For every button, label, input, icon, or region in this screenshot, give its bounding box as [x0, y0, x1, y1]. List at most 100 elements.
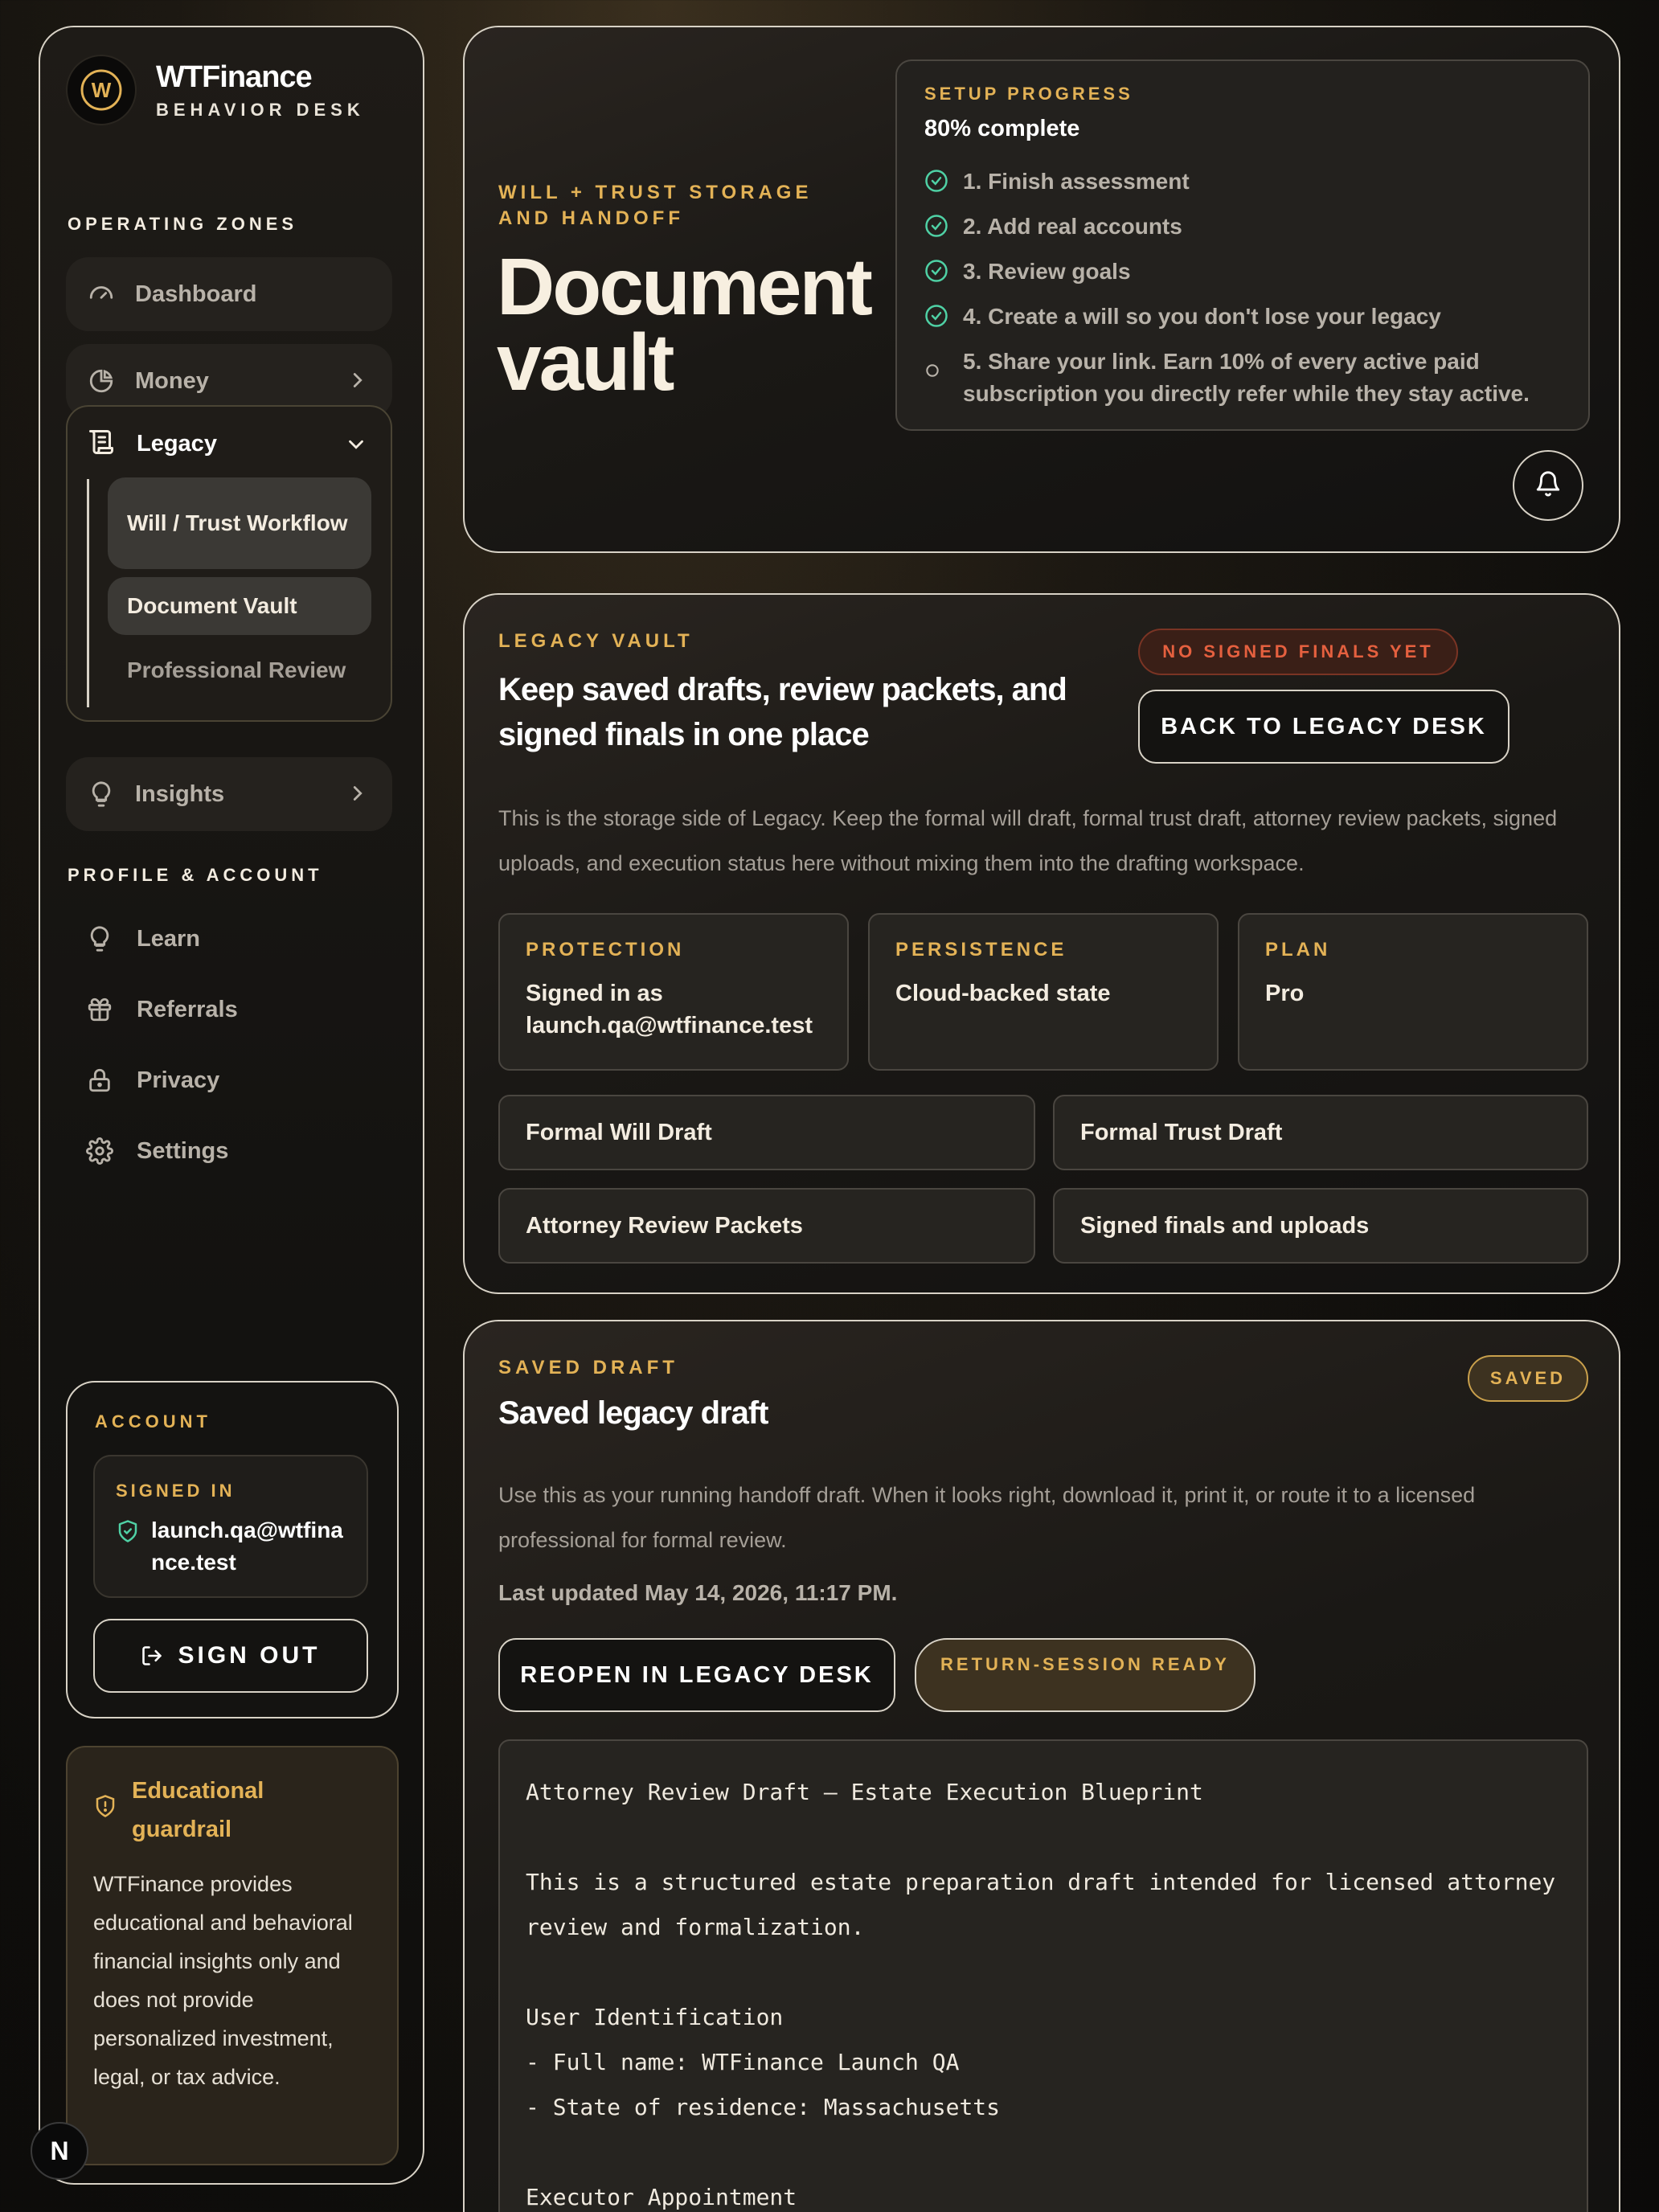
sidebar-item-insights[interactable]: Insights	[66, 757, 392, 831]
sidebar-item-legacy[interactable]: Legacy	[87, 428, 217, 460]
sidebar-item-label: Dashboard	[135, 281, 257, 307]
chevron-down-icon[interactable]	[344, 432, 368, 461]
sidebar-item-privacy[interactable]: Privacy	[84, 1064, 219, 1096]
info-card-label: PLAN	[1265, 939, 1331, 961]
formal-will-draft-button[interactable]: Formal Will Draft	[498, 1095, 1035, 1170]
shield-check-icon	[116, 1519, 140, 1547]
page-title-line1: Document	[497, 242, 873, 332]
sidebar-item-dashboard[interactable]: Dashboard	[66, 257, 392, 331]
gear-icon	[84, 1135, 116, 1167]
sidebar-subitem-professional-review[interactable]: Professional Review	[108, 641, 371, 699]
attorney-review-packets-button[interactable]: Attorney Review Packets	[498, 1188, 1035, 1264]
draft-eyebrow: SAVED DRAFT	[498, 1357, 678, 1378]
check-circle-icon	[924, 166, 950, 202]
setup-step-text: 5. Share your link. Earn 10% of every ac…	[963, 349, 1530, 406]
brand-logo: W	[66, 55, 137, 125]
info-card-protection: PROTECTION Signed in as launch.qa@wtfina…	[498, 913, 849, 1071]
setup-step-text: 2. Add real accounts	[963, 214, 1182, 239]
last-updated: Last updated May 14, 2026, 11:17 PM.	[498, 1580, 898, 1605]
setup-step[interactable]: 3. Review goals	[924, 256, 1131, 292]
setup-progress-percent: 80% complete	[924, 116, 1080, 141]
sidebar-item-label: Privacy	[137, 1067, 220, 1093]
account-card: ACCOUNT SIGNED IN launch.qa@wtfinance.te…	[66, 1381, 399, 1718]
empty-circle-icon	[924, 346, 950, 410]
chevron-right-icon	[346, 368, 370, 399]
vault-title: Keep saved drafts, review packets, and s…	[498, 672, 1067, 752]
sidebar-item-label: Learn	[137, 925, 200, 952]
sidebar-item-settings[interactable]: Settings	[84, 1135, 228, 1167]
reopen-legacy-desk-button[interactable]: REOPEN IN LEGACY DESK	[498, 1638, 895, 1712]
formal-trust-draft-button[interactable]: Formal Trust Draft	[1053, 1095, 1588, 1170]
shield-alert-icon	[93, 1794, 117, 1822]
sidebar-item-label: Settings	[137, 1137, 229, 1164]
guardrail-text: WTFinance provides educational and behav…	[93, 1872, 353, 2089]
sidebar-item-referrals[interactable]: Referrals	[84, 993, 238, 1026]
setup-step[interactable]: 4. Create a will so you don't lose your …	[924, 301, 1441, 337]
back-to-legacy-desk-button[interactable]: BACK TO LEGACY DESK	[1138, 690, 1509, 764]
operating-zones-label: OPERATING ZONES	[68, 214, 298, 234]
setup-progress-label: SETUP PROGRESS	[924, 84, 1133, 104]
info-card-persistence: PERSISTENCE Cloud-backed state	[868, 913, 1219, 1071]
brand-subtitle: BEHAVIOR DESK	[156, 99, 365, 120]
setup-step-text: 4. Create a will so you don't lose your …	[963, 304, 1441, 329]
logo-letter: W	[92, 78, 112, 102]
vault-eyebrow: LEGACY VAULT	[498, 630, 694, 652]
signed-finals-uploads-button[interactable]: Signed finals and uploads	[1053, 1188, 1588, 1264]
page-title: Document vault	[497, 242, 873, 408]
setup-step[interactable]: 2. Add real accounts	[924, 211, 1182, 247]
sidebar-subitem-document-vault[interactable]: Document Vault	[108, 577, 371, 635]
signed-in-box: SIGNED IN launch.qa@wtfinance.test	[93, 1455, 368, 1598]
lightbulb-icon	[85, 778, 117, 810]
setup-step-text: 3. Review goals	[963, 259, 1131, 284]
educational-guardrail-card: Educational guardrail WTFinance provides…	[66, 1746, 399, 2165]
vault-description: This is the storage side of Legacy. Keep…	[498, 806, 1558, 875]
sidebar-subitem-will-trust-workflow[interactable]: Will / Trust Workflow	[108, 477, 371, 569]
gauge-icon	[85, 278, 117, 310]
scroll-icon	[87, 428, 119, 460]
draft-description: Use this as your running handoff draft. …	[498, 1483, 1476, 1552]
profile-account-label: PROFILE & ACCOUNT	[68, 865, 323, 885]
sidebar-group-legacy: Legacy Will / Trust Workflow Document Va…	[66, 405, 392, 722]
page-title-line2: vault	[497, 317, 674, 408]
brand[interactable]: W WTFinance BEHAVIOR DESK	[66, 55, 365, 125]
setup-step-text: 1. Finish assessment	[963, 169, 1190, 194]
legacy-vault-panel: LEGACY VAULT Keep saved drafts, review p…	[463, 593, 1620, 1294]
sidebar: W WTFinance BEHAVIOR DESK OPERATING ZONE…	[39, 26, 424, 2185]
sign-out-button[interactable]: SIGN OUT	[93, 1619, 368, 1693]
lock-icon	[84, 1064, 116, 1096]
sidebar-item-label: Insights	[135, 780, 225, 807]
next-dev-badge[interactable]: N	[31, 2122, 88, 2180]
sidebar-item-learn[interactable]: Learn	[84, 923, 200, 955]
info-card-plan: PLAN Pro	[1238, 913, 1588, 1071]
draft-content[interactable]: Attorney Review Draft — Estate Execution…	[498, 1739, 1588, 2212]
hero-eyebrow: WILL + TRUST STORAGE AND HANDOFF	[498, 182, 813, 229]
pie-chart-icon	[85, 365, 117, 397]
bell-icon	[1534, 470, 1562, 502]
sidebar-item-label: Legacy	[137, 430, 217, 457]
saved-draft-panel: SAVED DRAFT Saved legacy draft SAVED Use…	[463, 1320, 1620, 2212]
draft-title: Saved legacy draft	[498, 1395, 768, 1431]
notifications-button[interactable]	[1513, 450, 1583, 521]
check-circle-icon	[924, 256, 950, 292]
guardrail-title: Educational guardrail	[132, 1778, 264, 1842]
gift-icon	[84, 993, 116, 1026]
tree-line	[87, 479, 89, 707]
sidebar-item-label: Referrals	[137, 996, 238, 1022]
chevron-right-icon	[346, 781, 370, 812]
sidebar-item-label: Money	[135, 367, 209, 394]
hero-panel: WILL + TRUST STORAGE AND HANDOFF Documen…	[463, 26, 1620, 553]
logout-icon	[141, 1645, 163, 1667]
lightbulb-icon	[84, 923, 116, 955]
info-card-label: PERSISTENCE	[895, 939, 1067, 961]
logo-icon: W	[80, 69, 122, 111]
signed-in-label: SIGNED IN	[116, 1481, 236, 1501]
info-card-value: Signed in as launch.qa@wtfinance.test	[526, 981, 813, 1038]
account-label: ACCOUNT	[95, 1411, 211, 1432]
info-card-value: Cloud-backed state	[895, 981, 1111, 1006]
setup-step[interactable]: 5. Share your link. Earn 10% of every ac…	[924, 346, 1567, 410]
info-card-value: Pro	[1265, 981, 1305, 1006]
setup-step[interactable]: 1. Finish assessment	[924, 166, 1190, 202]
account-email: launch.qa@wtfinance.test	[151, 1518, 343, 1575]
info-card-label: PROTECTION	[526, 939, 685, 961]
saved-badge: SAVED	[1468, 1355, 1588, 1402]
